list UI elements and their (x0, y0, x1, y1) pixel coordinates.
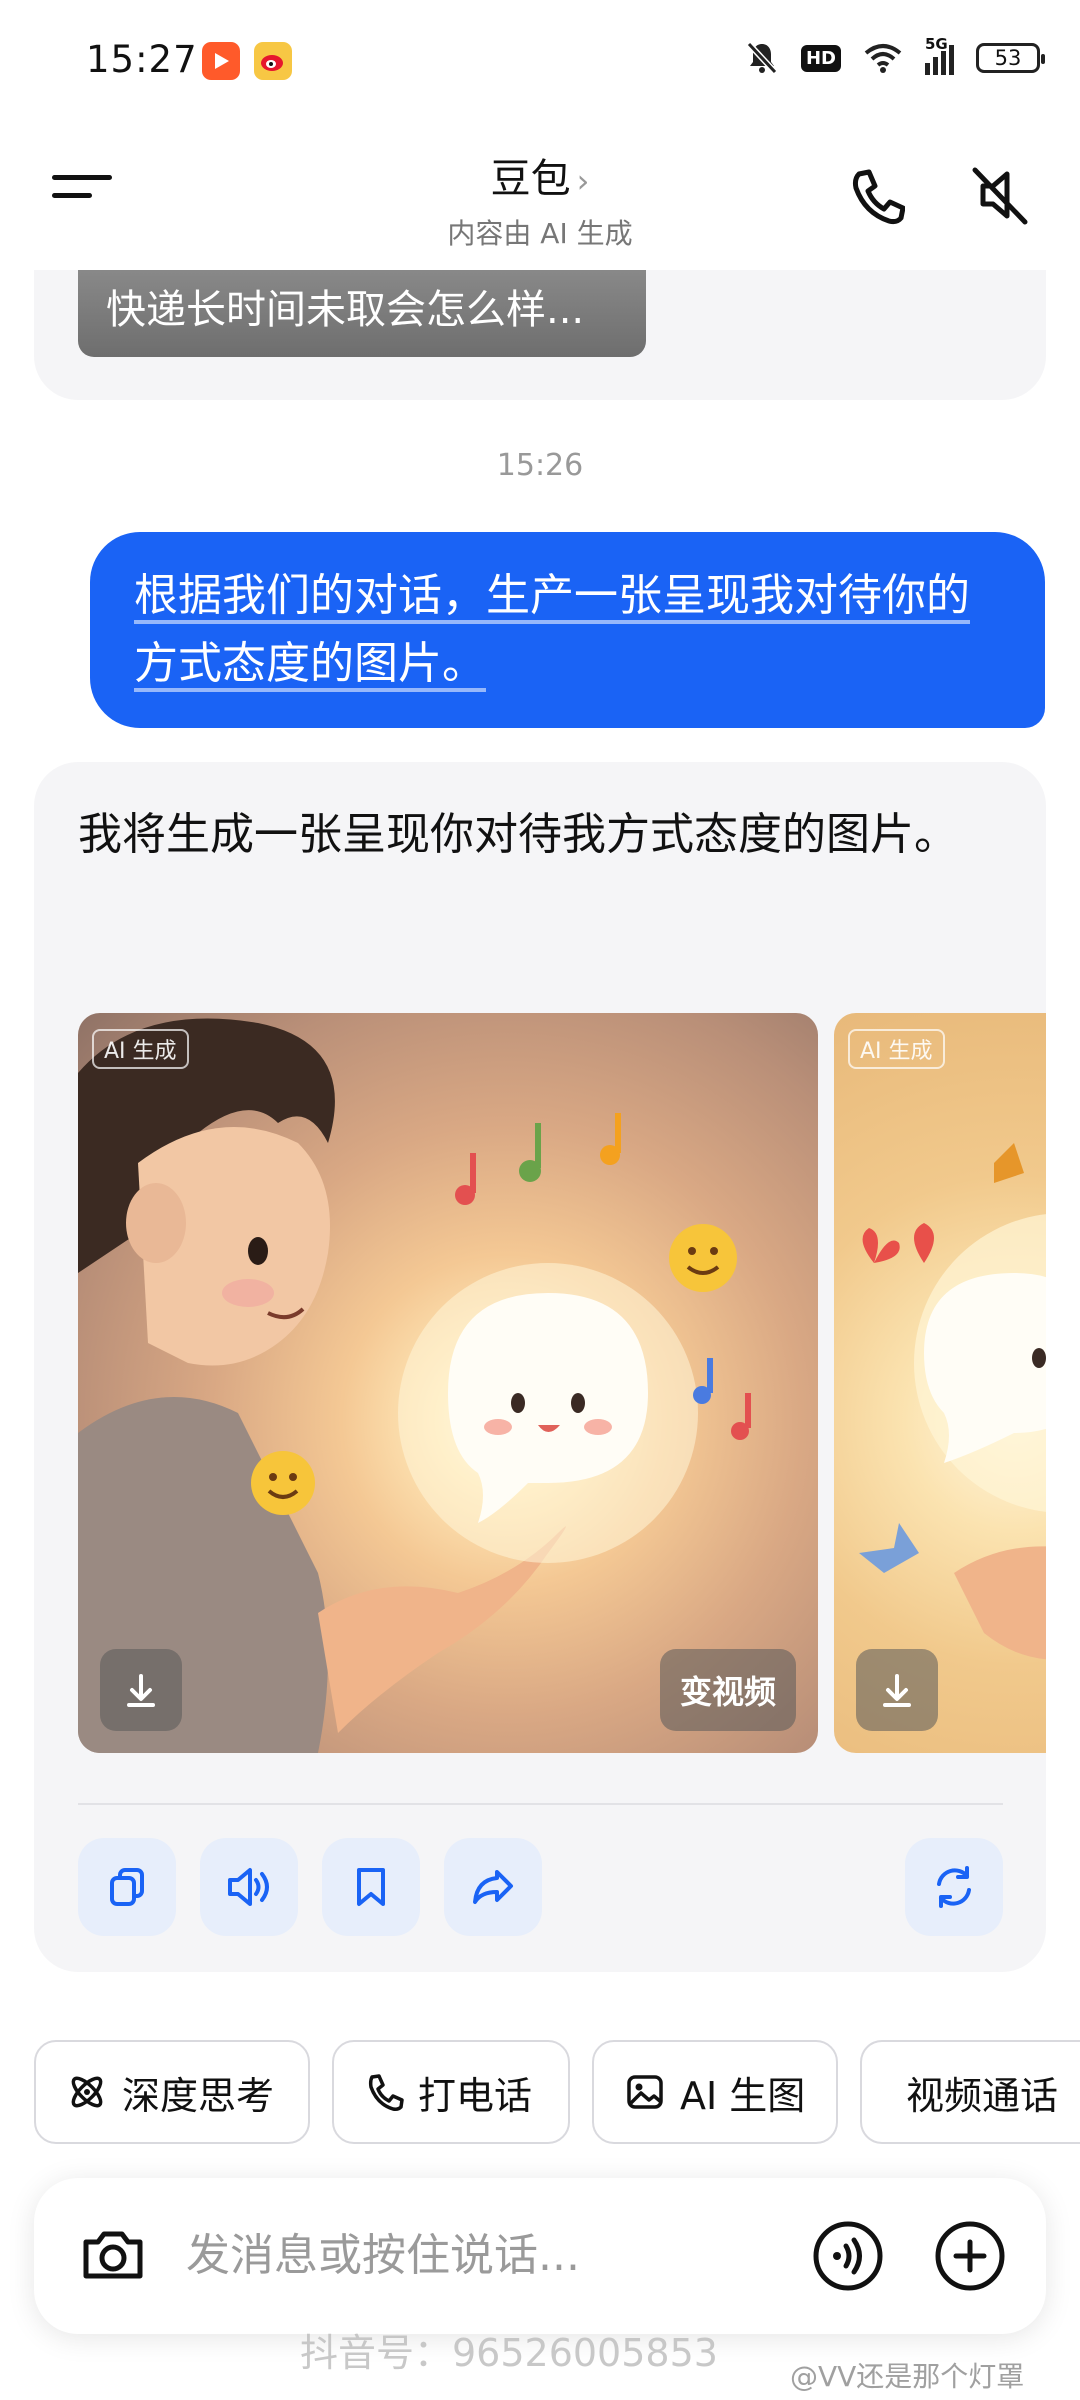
download-icon (883, 1674, 911, 1707)
phone-call-button[interactable] (845, 160, 906, 230)
chip-label: 视频通话 (906, 2073, 1059, 2118)
status-time: 15:27 (86, 38, 198, 81)
message-input[interactable] (186, 2222, 786, 2288)
video-app-icon (202, 42, 240, 80)
signal-icon: 5G (925, 35, 954, 75)
voice-input-button[interactable] (812, 2220, 884, 2292)
chat-timestamp: 15:26 (496, 448, 584, 483)
previous-link-title: 快递长时间未取会怎么样... (106, 287, 585, 333)
chip-deep-thinking[interactable]: 深度思考 (34, 2040, 310, 2144)
image-icon (627, 2075, 663, 2109)
title-block[interactable]: 豆包 › 内容由 AI 生成 (340, 146, 740, 252)
download-button[interactable] (856, 1649, 938, 1731)
phone-icon (368, 2074, 404, 2111)
divider (78, 1803, 1003, 1805)
page-subtitle: 内容由 AI 生成 (447, 217, 633, 250)
generated-image-carousel[interactable]: AI 生成 变视频 AI 生成 (78, 1013, 1046, 1753)
previous-link-card[interactable]: 快递长时间未取会怎么样... (78, 265, 646, 357)
read-aloud-button[interactable] (200, 1838, 298, 1936)
share-icon (473, 1870, 513, 1904)
bell-off-icon (746, 41, 778, 75)
chevron-right-icon: › (576, 162, 590, 200)
to-video-button[interactable]: 变视频 (660, 1649, 796, 1731)
user-message-text: 根据我们的对话，生产一张呈现我对待你的方式态度的图片。 (134, 570, 970, 689)
chip-label: 打电话 (418, 2073, 533, 2118)
copy-button[interactable] (78, 1838, 176, 1936)
weibo-watermark: @VV还是那个灯罩 (790, 2360, 1025, 2393)
ai-generated-tag: AI 生成 (92, 1029, 189, 1069)
mute-speaker-button[interactable] (965, 160, 1035, 230)
illustration-bubble-butterflies (859, 1143, 1046, 1660)
battery-indicator: 53 (976, 43, 1045, 73)
chip-video-call[interactable]: 视频通话 (860, 2040, 1080, 2144)
chip-label: 深度思考 (122, 2073, 275, 2118)
chip-phone-call[interactable]: 打电话 (332, 2040, 570, 2144)
share-button[interactable] (444, 1838, 542, 1936)
speaker-icon (228, 1868, 269, 1906)
weibo-app-icon (254, 42, 292, 80)
chat-header: 豆包 › 内容由 AI 生成 (0, 120, 1080, 270)
atom-icon (71, 2076, 103, 2108)
bookmark-icon (357, 1868, 385, 1906)
add-button[interactable] (934, 2220, 1006, 2292)
status-bar: 15:27 HD 5G 53 (0, 0, 1080, 120)
phone-icon (852, 169, 906, 225)
camera-icon (83, 2231, 143, 2279)
battery-level: 53 (994, 46, 1022, 70)
regenerate-button[interactable] (905, 1838, 1003, 1936)
wifi-icon (864, 44, 902, 73)
chip-ai-image[interactable]: AI 生图 (592, 2040, 838, 2144)
voice-wave-icon (813, 2221, 883, 2291)
page-title: 豆包 (490, 156, 571, 202)
bookmark-button[interactable] (322, 1838, 420, 1936)
user-message-bubble[interactable]: 根据我们的对话，生产一张呈现我对待你的方式态度的图片。 (90, 532, 1045, 728)
hd-icon: HD (800, 44, 841, 72)
download-button[interactable] (100, 1649, 182, 1731)
generated-image-2[interactable]: AI 生成 (834, 1013, 1046, 1753)
download-icon (127, 1674, 155, 1707)
menu-button[interactable] (52, 175, 112, 215)
plus-icon (935, 2221, 1005, 2291)
illustration-boy-and-bubble (78, 1018, 751, 1753)
chip-label: AI 生图 (680, 2073, 806, 2118)
douyin-watermark: 抖音号：96526005853 (300, 2331, 718, 2375)
refresh-icon (937, 1866, 971, 1908)
camera-button[interactable] (78, 2220, 148, 2290)
speaker-off-icon (972, 167, 1028, 225)
generated-image-1[interactable]: AI 生成 变视频 (78, 1013, 818, 1753)
status-icons: HD 5G 53 (745, 35, 1045, 76)
ai-generated-tag: AI 生成 (848, 1029, 945, 1069)
copy-icon (110, 1868, 144, 1906)
bot-message-text: 我将生成一张呈现你对待我方式态度的图片。 (78, 809, 958, 860)
